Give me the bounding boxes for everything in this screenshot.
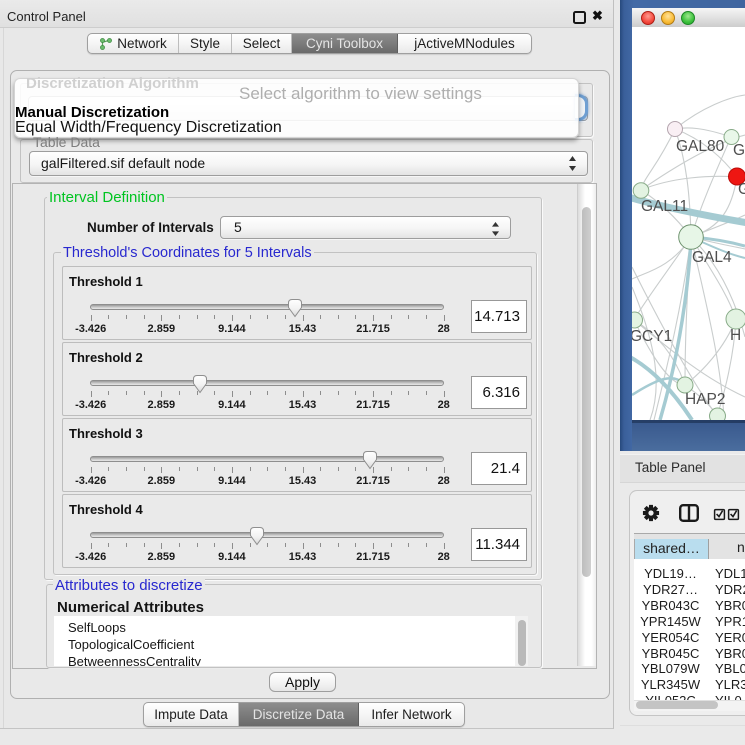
svg-text:GAL11: GAL11 [641, 198, 688, 215]
svg-text:H: H [730, 327, 741, 344]
svg-text:GA: GA [738, 181, 745, 198]
svg-text:GA: GA [733, 142, 745, 159]
svg-text:GAL4: GAL4 [692, 249, 732, 266]
svg-text:GCY1: GCY1 [632, 328, 672, 345]
svg-text:HAP2: HAP2 [685, 391, 726, 408]
svg-text:GAL80: GAL80 [676, 138, 725, 155]
